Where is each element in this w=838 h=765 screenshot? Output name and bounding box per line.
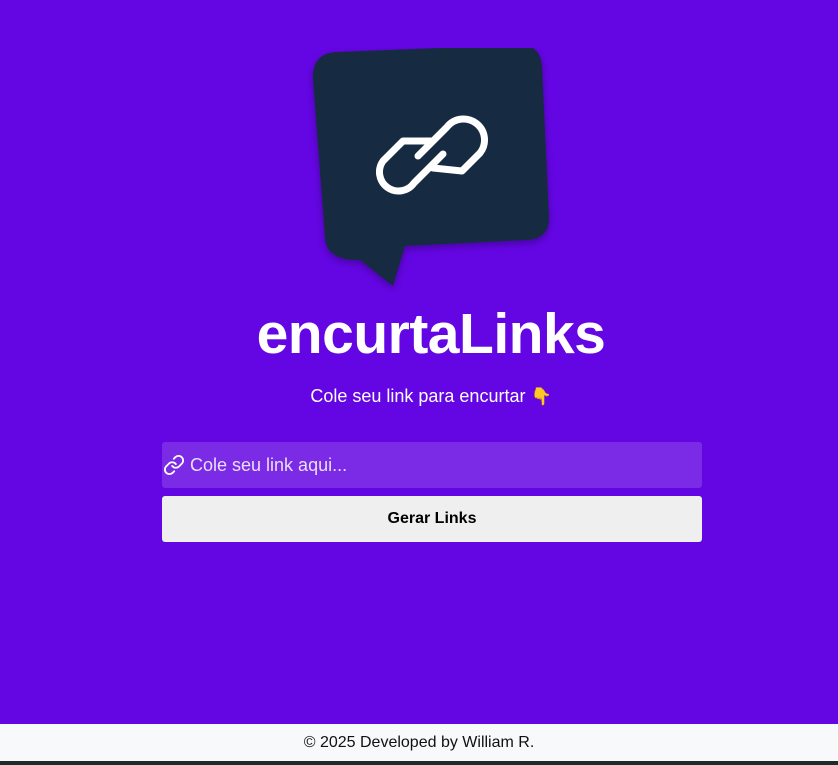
- chain-link-icon: [312, 48, 550, 286]
- link-icon: [163, 454, 185, 476]
- page-title: encurtaLinks: [256, 302, 606, 366]
- subtitle-text: Cole seu link para encurtar: [310, 386, 526, 406]
- main-content: encurtaLinks Cole seu link para encurtar…: [0, 0, 838, 724]
- footer-text: © 2025 Developed by William R.: [303, 734, 535, 751]
- link-input-container[interactable]: [162, 442, 702, 488]
- logo: [305, 48, 560, 293]
- gerar-links-button[interactable]: Gerar Links: [162, 496, 702, 542]
- link-input[interactable]: [190, 442, 690, 488]
- subtitle: Cole seu link para encurtar 👇: [0, 384, 838, 409]
- page: encurtaLinks Cole seu link para encurtar…: [0, 0, 838, 765]
- pointing-down-icon: 👇: [530, 387, 552, 407]
- bottom-border: [0, 761, 838, 765]
- footer: © 2025 Developed by William R.: [0, 724, 838, 761]
